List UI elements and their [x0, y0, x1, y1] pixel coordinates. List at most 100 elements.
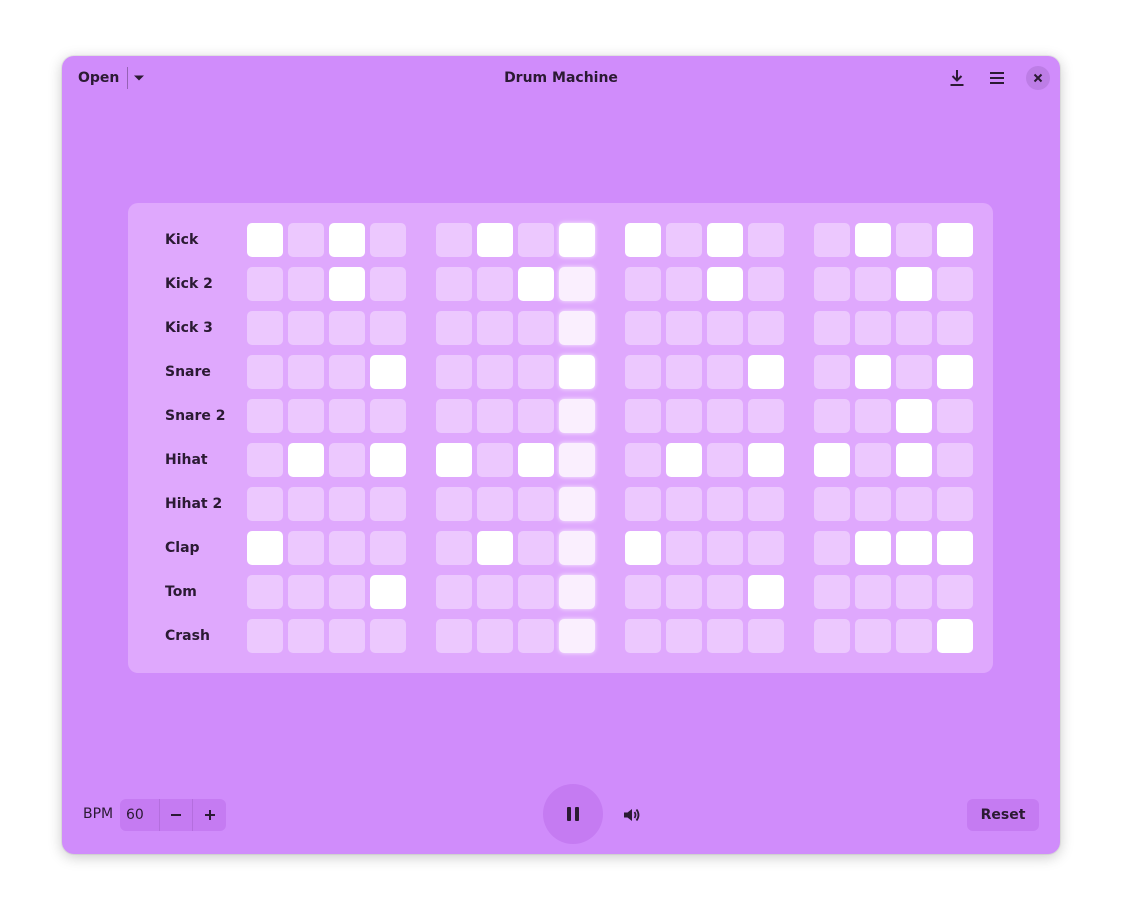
step-toggle[interactable] — [814, 223, 850, 257]
download-button[interactable] — [944, 65, 970, 91]
step-toggle[interactable] — [707, 355, 743, 389]
step-toggle[interactable] — [937, 443, 973, 477]
step-toggle[interactable] — [370, 575, 406, 609]
bpm-input[interactable]: 60 — [120, 799, 160, 831]
step-toggle[interactable] — [625, 487, 661, 521]
step-toggle[interactable] — [937, 311, 973, 345]
step-toggle[interactable] — [814, 267, 850, 301]
step-toggle[interactable] — [370, 487, 406, 521]
step-toggle[interactable] — [855, 355, 891, 389]
play-pause-button[interactable] — [543, 784, 603, 844]
step-toggle[interactable] — [370, 619, 406, 653]
step-toggle[interactable] — [937, 487, 973, 521]
step-toggle[interactable] — [370, 267, 406, 301]
step-toggle[interactable] — [896, 487, 932, 521]
step-toggle[interactable] — [559, 355, 595, 389]
step-toggle[interactable] — [855, 487, 891, 521]
step-toggle[interactable] — [707, 223, 743, 257]
step-toggle[interactable] — [559, 443, 595, 477]
step-toggle[interactable] — [748, 223, 784, 257]
step-toggle[interactable] — [436, 311, 472, 345]
step-toggle[interactable] — [814, 487, 850, 521]
step-toggle[interactable] — [855, 443, 891, 477]
step-toggle[interactable] — [625, 443, 661, 477]
step-toggle[interactable] — [625, 575, 661, 609]
step-toggle[interactable] — [937, 399, 973, 433]
step-toggle[interactable] — [436, 575, 472, 609]
step-toggle[interactable] — [288, 619, 324, 653]
step-toggle[interactable] — [937, 223, 973, 257]
step-toggle[interactable] — [896, 223, 932, 257]
step-toggle[interactable] — [370, 311, 406, 345]
step-toggle[interactable] — [247, 575, 283, 609]
step-toggle[interactable] — [329, 223, 365, 257]
step-toggle[interactable] — [666, 267, 702, 301]
step-toggle[interactable] — [288, 311, 324, 345]
step-toggle[interactable] — [666, 355, 702, 389]
step-toggle[interactable] — [477, 443, 513, 477]
step-toggle[interactable] — [477, 531, 513, 565]
step-toggle[interactable] — [896, 443, 932, 477]
step-toggle[interactable] — [559, 531, 595, 565]
main-menu-button[interactable] — [984, 65, 1010, 91]
step-toggle[interactable] — [937, 267, 973, 301]
step-toggle[interactable] — [666, 531, 702, 565]
step-toggle[interactable] — [814, 311, 850, 345]
step-toggle[interactable] — [477, 223, 513, 257]
step-toggle[interactable] — [559, 311, 595, 345]
step-toggle[interactable] — [247, 619, 283, 653]
step-toggle[interactable] — [625, 311, 661, 345]
step-toggle[interactable] — [937, 575, 973, 609]
step-toggle[interactable] — [814, 575, 850, 609]
step-toggle[interactable] — [370, 443, 406, 477]
step-toggle[interactable] — [707, 443, 743, 477]
step-toggle[interactable] — [666, 487, 702, 521]
open-dropdown-button[interactable] — [128, 64, 150, 92]
step-toggle[interactable] — [436, 619, 472, 653]
step-toggle[interactable] — [855, 575, 891, 609]
bpm-decrement-button[interactable] — [160, 799, 194, 831]
step-toggle[interactable] — [288, 575, 324, 609]
step-toggle[interactable] — [247, 531, 283, 565]
step-toggle[interactable] — [625, 531, 661, 565]
step-toggle[interactable] — [247, 267, 283, 301]
step-toggle[interactable] — [518, 619, 554, 653]
step-toggle[interactable] — [288, 355, 324, 389]
reset-button[interactable]: Reset — [967, 799, 1039, 831]
step-toggle[interactable] — [707, 575, 743, 609]
step-toggle[interactable] — [436, 223, 472, 257]
step-toggle[interactable] — [625, 619, 661, 653]
step-toggle[interactable] — [477, 355, 513, 389]
step-toggle[interactable] — [247, 311, 283, 345]
step-toggle[interactable] — [288, 531, 324, 565]
step-toggle[interactable] — [518, 399, 554, 433]
step-toggle[interactable] — [748, 355, 784, 389]
step-toggle[interactable] — [288, 443, 324, 477]
step-toggle[interactable] — [436, 355, 472, 389]
step-toggle[interactable] — [329, 355, 365, 389]
step-toggle[interactable] — [814, 399, 850, 433]
step-toggle[interactable] — [855, 531, 891, 565]
step-toggle[interactable] — [625, 399, 661, 433]
step-toggle[interactable] — [329, 487, 365, 521]
step-toggle[interactable] — [748, 311, 784, 345]
step-toggle[interactable] — [748, 443, 784, 477]
step-toggle[interactable] — [329, 311, 365, 345]
step-toggle[interactable] — [247, 355, 283, 389]
step-toggle[interactable] — [247, 223, 283, 257]
step-toggle[interactable] — [559, 267, 595, 301]
step-toggle[interactable] — [247, 399, 283, 433]
step-toggle[interactable] — [559, 487, 595, 521]
step-toggle[interactable] — [748, 531, 784, 565]
step-toggle[interactable] — [666, 619, 702, 653]
step-toggle[interactable] — [518, 223, 554, 257]
step-toggle[interactable] — [370, 399, 406, 433]
step-toggle[interactable] — [288, 223, 324, 257]
step-toggle[interactable] — [707, 487, 743, 521]
step-toggle[interactable] — [896, 399, 932, 433]
step-toggle[interactable] — [896, 531, 932, 565]
step-toggle[interactable] — [748, 267, 784, 301]
step-toggle[interactable] — [707, 267, 743, 301]
step-toggle[interactable] — [814, 531, 850, 565]
step-toggle[interactable] — [814, 355, 850, 389]
